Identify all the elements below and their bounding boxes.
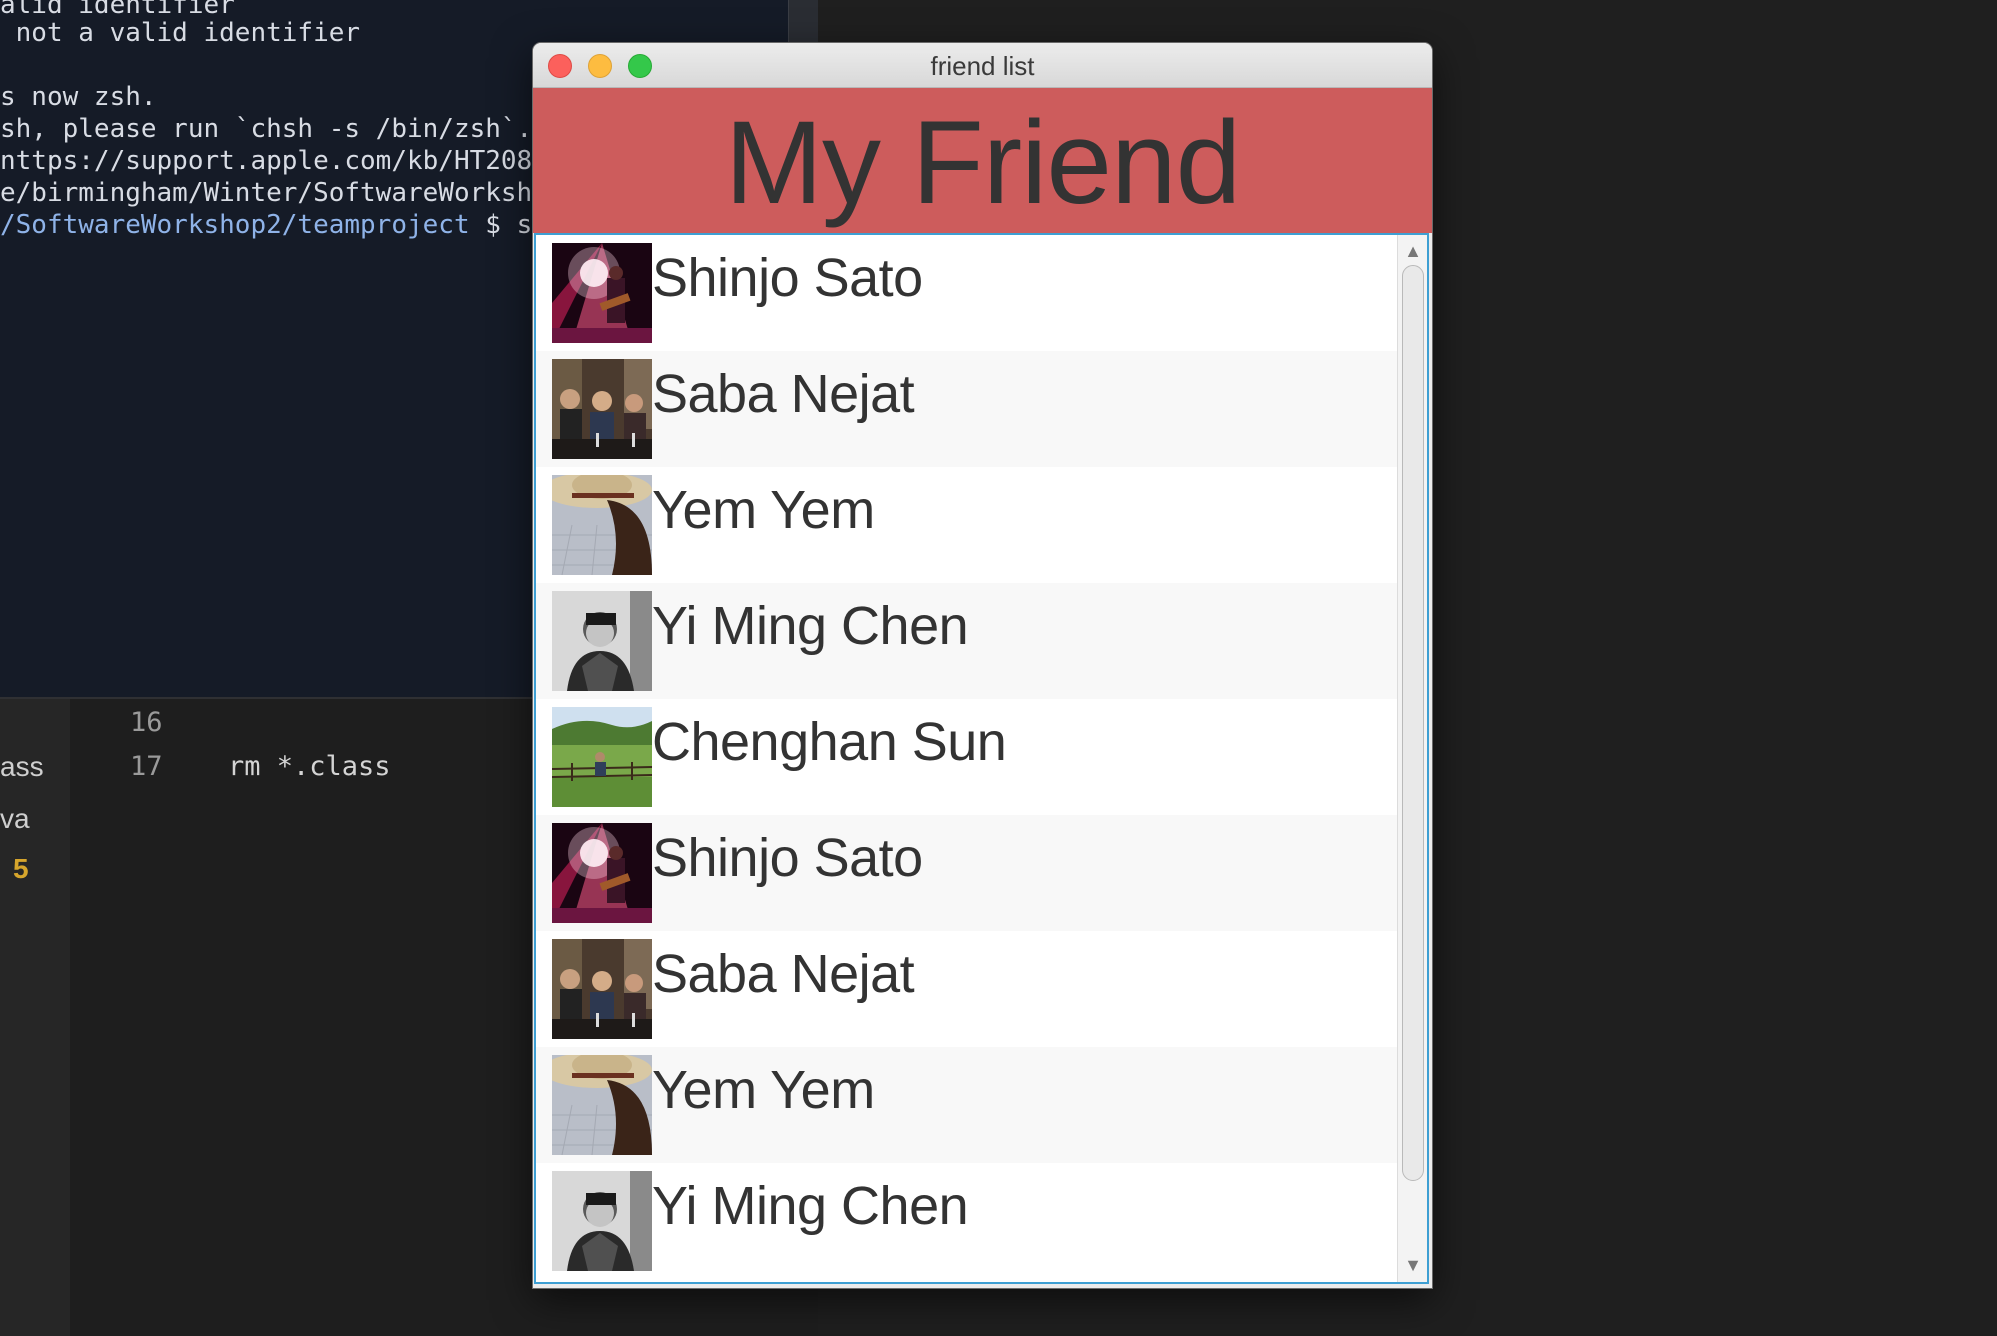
scroll-down-arrow-icon[interactable]: ▼: [1398, 1251, 1427, 1279]
bw-portrait-photo-avatar: [552, 1171, 652, 1271]
friend-list-item[interactable]: Yi Ming Chen: [536, 1163, 1397, 1279]
terminal-line: not a valid identifier: [0, 18, 361, 48]
scroll-up-arrow-icon[interactable]: ▲: [1398, 237, 1427, 265]
straw-hat-photo-avatar: [552, 1055, 652, 1155]
app-header: My Friend: [533, 88, 1432, 233]
window-titlebar[interactable]: friend list: [533, 43, 1432, 88]
group-dinner-photo-avatar: [552, 939, 652, 1039]
page-title: My Friend: [724, 97, 1242, 229]
friend-name: Yem Yem: [652, 480, 875, 540]
friend-name: Shinjo Sato: [652, 828, 923, 888]
bw-portrait-photo-avatar: [552, 591, 652, 691]
friend-list-item[interactable]: Saba Nejat: [536, 931, 1397, 1047]
friend-list-item[interactable]: Chenghan Sun: [536, 699, 1397, 815]
friend-name: Chenghan Sun: [652, 712, 1007, 772]
terminal-prompt-path: /SoftwareWorkshop2/teamproject: [0, 210, 470, 240]
sidebar-file-item[interactable]: va: [0, 803, 30, 835]
editor-file-sidebar: ass va 5: [0, 699, 70, 1336]
group-dinner-photo-avatar: [552, 359, 652, 459]
friend-list[interactable]: Shinjo Sato Saba Nejat Yem Yem Yi Ming C…: [534, 233, 1429, 1284]
friend-list-window[interactable]: friend list My Friend Shinjo Sato Saba N…: [533, 43, 1432, 1288]
terminal-line: e/birmingham/Winter/SoftwareWorkshop2/t: [0, 178, 611, 208]
friend-name: Yem Yem: [652, 1060, 875, 1120]
friend-name: Yi Ming Chen: [652, 596, 969, 656]
friend-name: Saba Nejat: [652, 944, 915, 1004]
friend-list-item[interactable]: Yem Yem: [536, 467, 1397, 583]
friend-list-item[interactable]: Shinjo Sato: [536, 235, 1397, 351]
straw-hat-photo-avatar: [552, 475, 652, 575]
friend-list-item[interactable]: Yem Yem: [536, 1047, 1397, 1163]
terminal-line: s now zsh.: [0, 82, 157, 112]
friend-list-item[interactable]: Yi Ming Chen: [536, 583, 1397, 699]
friend-list-item[interactable]: Saba Nejat: [536, 351, 1397, 467]
friend-name: Saba Nejat: [652, 364, 915, 424]
sidebar-file-item[interactable]: ass: [0, 751, 44, 783]
code-line[interactable]: rm *.class: [228, 751, 391, 782]
concert-photo-avatar: [552, 243, 652, 343]
window-title: friend list: [930, 51, 1035, 81]
meadow-photo-avatar: [552, 707, 652, 807]
friend-list-item[interactable]: Shinjo Sato: [536, 815, 1397, 931]
sidebar-badge: 5: [13, 853, 29, 884]
friend-name: Yi Ming Chen: [652, 1176, 969, 1236]
terminal-line: sh, please run `chsh -s /bin/zsh`.: [0, 114, 533, 144]
list-vertical-scrollbar[interactable]: ▲ ▼: [1397, 235, 1427, 1282]
line-number: 17: [130, 751, 163, 782]
scrollbar-thumb[interactable]: [1402, 265, 1424, 1181]
terminal-line: alid identifier: [0, 0, 235, 20]
friend-name: Shinjo Sato: [652, 248, 923, 308]
terminal-prompt-line: /SoftwareWorkshop2/teamproject $ sh exe: [0, 210, 611, 240]
concert-photo-avatar: [552, 823, 652, 923]
line-number: 16: [130, 707, 163, 738]
terminal-line: nttps://support.apple.com/kb/HT208050.: [0, 146, 595, 176]
